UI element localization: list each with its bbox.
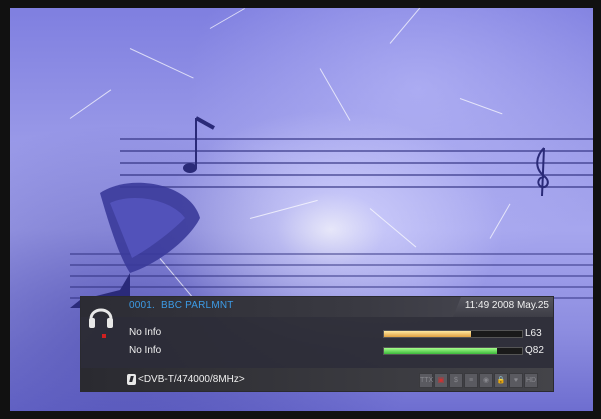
signal-quality-bar xyxy=(383,347,523,355)
signal-level-label: L63 xyxy=(525,328,542,339)
subtitle-icon: ▣ xyxy=(434,373,448,388)
dollar-icon: $ xyxy=(449,373,463,388)
light-streak xyxy=(129,48,194,79)
info-icon xyxy=(127,374,136,385)
light-streak xyxy=(489,203,511,239)
info-header: 0001. BBC PARLMNT 11:49 2008 May.25 xyxy=(81,297,553,317)
signal-icon: ◉ xyxy=(479,373,493,388)
channel-number: 0001. xyxy=(129,300,156,311)
gramophone-icon xyxy=(70,182,200,308)
hd-icon: HD xyxy=(524,373,538,388)
light-streak xyxy=(209,8,245,29)
epg-next: No Info xyxy=(129,345,162,356)
lock-icon: 🔒 xyxy=(494,373,508,388)
signal-level-bar xyxy=(383,330,523,338)
music-note-icon xyxy=(183,116,215,173)
datetime-text: 11:49 2008 May.25 xyxy=(464,300,549,311)
light-streak xyxy=(459,98,503,115)
background-wallpaper: 0001. BBC PARLMNT 11:49 2008 May.25 No I… xyxy=(10,8,593,411)
epg-icon: ≡ xyxy=(464,373,478,388)
signal-quality-fill xyxy=(384,348,498,354)
headphones-icon xyxy=(89,308,113,328)
record-indicator xyxy=(102,334,106,338)
light-streak xyxy=(249,199,318,219)
light-streak xyxy=(369,208,417,248)
light-streak xyxy=(389,8,426,44)
transponder-text: <DVB-T/474000/8MHz> xyxy=(138,374,245,385)
signal-quality-label: Q82 xyxy=(525,345,544,356)
channel-label: 0001. BBC PARLMNT xyxy=(129,300,234,311)
status-flags: TTX ▣ $ ≡ ◉ 🔒 ♥ HD xyxy=(419,373,538,388)
treble-clef-icon xyxy=(536,147,549,197)
channel-info-banner: 0001. BBC PARLMNT 11:49 2008 May.25 No I… xyxy=(80,296,554,392)
light-streak xyxy=(319,68,351,121)
favorite-icon: ♥ xyxy=(509,373,523,388)
transponder-row: <DVB-T/474000/8MHz> TTX ▣ $ ≡ ◉ 🔒 ♥ HD xyxy=(81,368,553,391)
light-streak xyxy=(69,89,112,119)
epg-now: No Info xyxy=(129,327,162,338)
channel-name: BBC PARLMNT xyxy=(161,300,234,311)
signal-level-fill xyxy=(384,331,471,337)
ttx-icon: TTX xyxy=(419,373,433,388)
